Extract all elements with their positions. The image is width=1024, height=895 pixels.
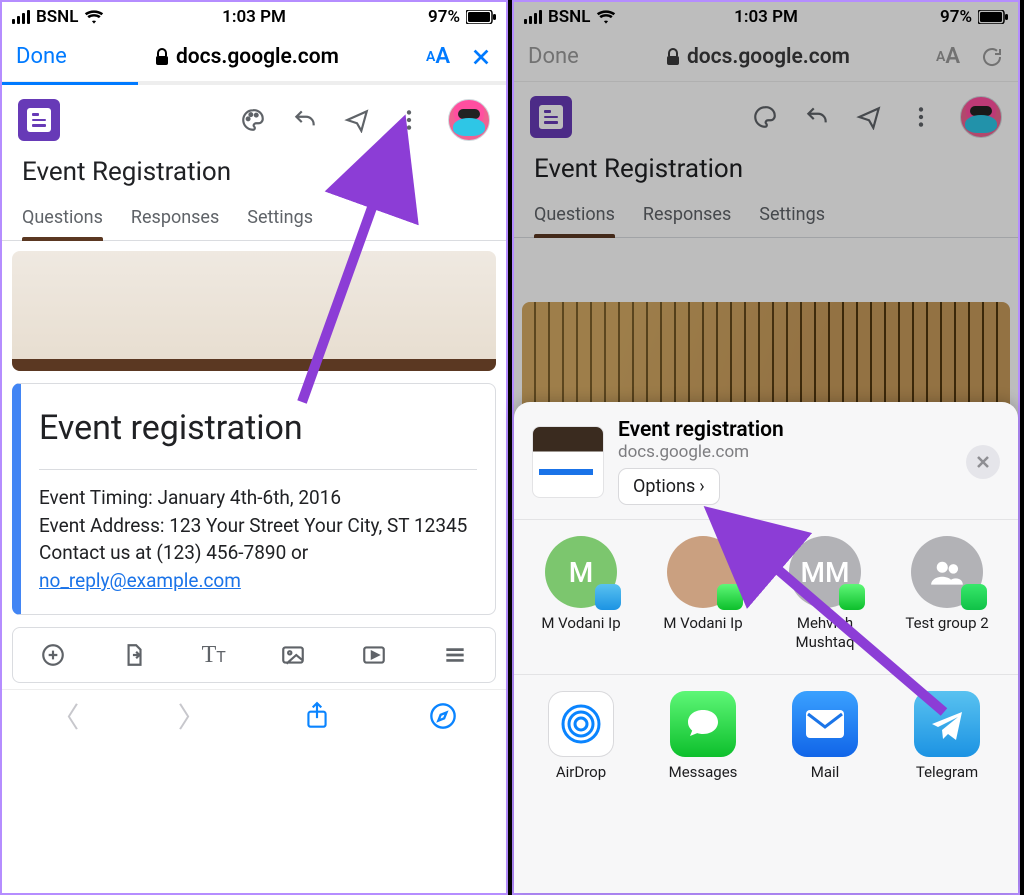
share-title: Event registration (618, 418, 784, 442)
lock-icon (665, 48, 681, 66)
safari-footer: 〈 〉 (2, 689, 506, 741)
app-mail[interactable]: Mail (776, 691, 874, 781)
contact-item[interactable]: M Vodani Ip (654, 536, 752, 652)
forms-header (514, 82, 1018, 152)
share-subtitle: docs.google.com (618, 442, 784, 462)
tab-settings[interactable]: Settings (247, 195, 313, 240)
done-button[interactable]: Done (528, 44, 579, 69)
app-label: Mail (776, 763, 874, 781)
more-icon (908, 104, 934, 130)
send-icon (856, 104, 882, 130)
safari-toolbar: Done docs.google.com AA (2, 32, 506, 82)
lock-icon (154, 48, 170, 66)
form-title[interactable]: Event Registration (2, 155, 506, 195)
app-messages[interactable]: Messages (654, 691, 752, 781)
app-airdrop[interactable]: AirDrop (532, 691, 630, 781)
url-text: docs.google.com (687, 45, 850, 69)
app-telegram[interactable]: Telegram (898, 691, 996, 781)
add-title-icon[interactable]: TT (202, 642, 226, 669)
safari-toolbar: Done docs.google.com AA (514, 32, 1018, 82)
tab-questions[interactable]: Questions (22, 195, 103, 240)
more-icon[interactable] (396, 107, 422, 133)
add-section-icon[interactable] (442, 642, 468, 668)
share-sheet: Event registration docs.google.com Optio… (514, 402, 1018, 893)
form-title: Event Registration (514, 152, 1018, 192)
phone-right: BSNL 1:03 PM 97% Done docs.google.com AA… (512, 0, 1020, 895)
stop-loading-button[interactable] (470, 46, 492, 68)
msg-badge-icon (717, 584, 743, 610)
chevron-right-icon: › (699, 476, 704, 497)
account-avatar[interactable] (448, 99, 490, 141)
tg-badge-icon (595, 584, 621, 610)
form-tabs: Questions Responses Settings (514, 192, 1018, 238)
tab-responses[interactable]: Responses (131, 195, 219, 240)
form-title-text: Event registration (39, 404, 477, 453)
form-desc-line: Event Address: 123 Your Street Your City… (39, 512, 477, 540)
undo-icon[interactable] (292, 107, 318, 133)
forward-button: 〉 (178, 696, 206, 736)
contact-name: Mehvish Mushtaq (776, 614, 874, 652)
reader-button: AA (936, 44, 960, 69)
tab-questions: Questions (534, 192, 615, 237)
share-options-button[interactable]: Options› (618, 468, 720, 505)
contact-email-link[interactable]: no_reply@example.com (39, 569, 241, 592)
done-button[interactable]: Done (16, 44, 67, 69)
import-icon[interactable] (121, 642, 147, 668)
messages-icon (670, 691, 736, 757)
airdrop-icon (548, 691, 614, 757)
form-desc-line: Event Timing: January 4th-6th, 2016 (39, 484, 477, 512)
app-label: Messages (654, 763, 752, 781)
phone-left: BSNL 1:03 PM 97% Done docs.google.com AA (0, 0, 508, 895)
form-desc-line: Contact us at (123) 456-7890 or (39, 541, 308, 564)
close-icon (975, 454, 991, 470)
form-tabs: Questions Responses Settings (2, 195, 506, 241)
status-bar: BSNL 1:03 PM 97% (2, 2, 506, 32)
forms-header (2, 85, 506, 155)
reader-button[interactable]: AA (426, 44, 450, 69)
share-header: Event registration docs.google.com Optio… (514, 402, 1018, 520)
account-avatar (960, 96, 1002, 138)
add-video-icon[interactable] (361, 642, 387, 668)
form-header-image[interactable] (12, 251, 496, 371)
telegram-icon (914, 691, 980, 757)
undo-icon (804, 104, 830, 130)
contact-item[interactable]: Test group 2 (898, 536, 996, 652)
palette-icon[interactable] (240, 107, 266, 133)
clock: 1:03 PM (514, 7, 1018, 27)
url-text: docs.google.com (176, 45, 339, 69)
mail-icon (792, 691, 858, 757)
contact-item[interactable]: MMMehvish Mushtaq (776, 536, 874, 652)
contact-name: M Vodani Ip (532, 614, 630, 633)
app-label: AirDrop (532, 763, 630, 781)
form-title-card[interactable]: Event registration Event Timing: January… (12, 383, 496, 615)
back-button: 〈 (51, 696, 79, 736)
share-apps[interactable]: AirDrop Messages Mail Telegram (514, 675, 1018, 785)
wa-badge-icon (961, 584, 987, 610)
add-question-icon[interactable] (40, 642, 66, 668)
forms-logo-icon[interactable] (18, 99, 60, 141)
question-toolbar: TT (12, 627, 496, 683)
msg-badge-icon (839, 584, 865, 610)
contact-item[interactable]: MM Vodani Ip (532, 536, 630, 652)
close-button[interactable] (966, 445, 1000, 479)
clock: 1:03 PM (2, 7, 506, 27)
tab-responses: Responses (643, 192, 731, 237)
options-label: Options (633, 476, 695, 497)
add-image-icon[interactable] (280, 642, 306, 668)
tab-settings: Settings (759, 192, 825, 237)
share-button[interactable] (304, 701, 330, 731)
palette-icon (752, 104, 778, 130)
share-thumbnail (532, 426, 604, 498)
safari-icon[interactable] (429, 702, 457, 730)
contact-name: Test group 2 (898, 614, 996, 633)
send-icon[interactable] (344, 107, 370, 133)
reload-icon (980, 45, 1004, 69)
address-bar[interactable]: docs.google.com (665, 45, 850, 69)
contact-name: M Vodani Ip (654, 614, 752, 633)
forms-logo-icon (530, 96, 572, 138)
app-label: Telegram (898, 763, 996, 781)
address-bar[interactable]: docs.google.com (154, 45, 339, 69)
share-contacts[interactable]: MM Vodani IpM Vodani IpMMMehvish Mushtaq… (514, 520, 1018, 675)
status-bar: BSNL 1:03 PM 97% (514, 2, 1018, 32)
